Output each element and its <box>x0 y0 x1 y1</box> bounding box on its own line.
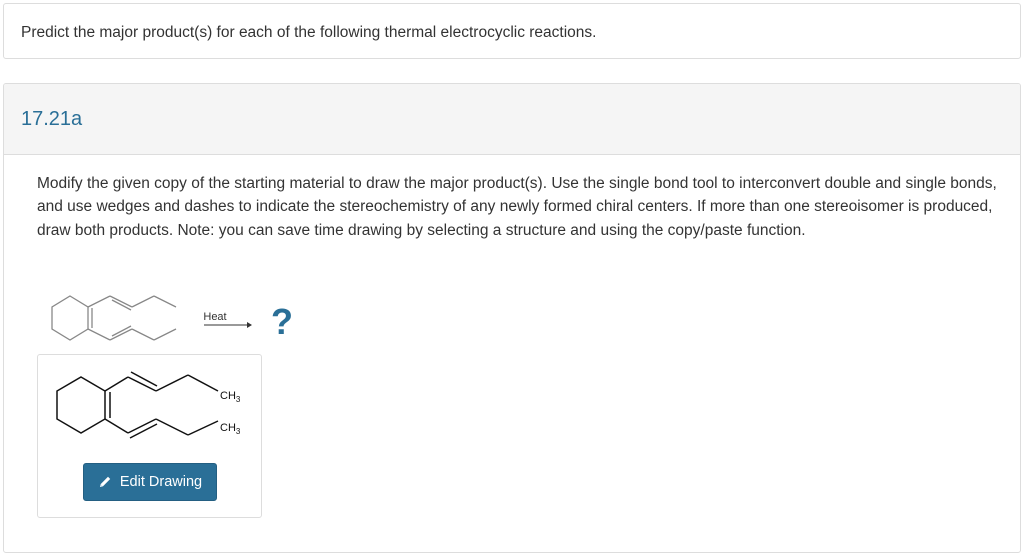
question-part-card: 17.21a Modify the given copy of the star… <box>3 83 1021 553</box>
question-prompt-card: Predict the major product(s) for each of… <box>3 3 1021 59</box>
question-prompt-text: Predict the major product(s) for each of… <box>21 24 597 41</box>
reaction-arrow-head <box>247 322 252 328</box>
pencil-icon <box>99 476 111 487</box>
part-header: 17.21a <box>4 84 1020 155</box>
part-instructions: Modify the given copy of the starting ma… <box>37 175 997 239</box>
starting-material-structure <box>51 295 177 341</box>
part-label: 17.21a <box>21 108 83 130</box>
arrow-label: Heat <box>203 311 226 323</box>
unknown-product-mark: ? <box>271 301 293 342</box>
edit-drawing-label: Edit Drawing <box>119 474 203 490</box>
ch3-label-top: CH3 <box>220 390 241 404</box>
edit-drawing-button[interactable]: Edit Drawing <box>83 463 217 501</box>
drawing-answer-box[interactable]: CH3 CH3 Edit Drawing <box>37 354 262 518</box>
ch3-label-bottom: CH3 <box>220 422 241 436</box>
drawing-structure: CH3 CH3 <box>56 371 241 439</box>
reaction-scheme: Heat ? <box>51 295 293 342</box>
